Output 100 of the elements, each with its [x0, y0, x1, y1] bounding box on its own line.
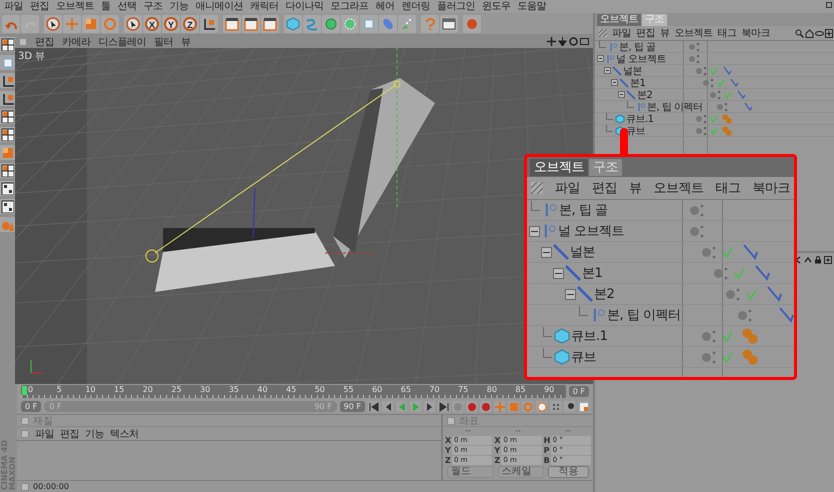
material-tag-icon[interactable]: [722, 126, 732, 136]
axis-icon[interactable]: [202, 16, 216, 30]
menu-item[interactable]: 캐릭터: [250, 0, 278, 13]
help-icon[interactable]: [423, 16, 437, 30]
select-icon[interactable]: [126, 16, 140, 30]
dropdown[interactable]: 월드: [447, 466, 494, 478]
visibility-dots-icon[interactable]: [696, 114, 708, 124]
check-icon[interactable]: [717, 78, 725, 86]
frame-field[interactable]: 0 F: [21, 401, 42, 412]
object-name[interactable]: 본2: [594, 285, 614, 303]
collapse-icon[interactable]: [553, 268, 564, 278]
menu-item[interactable]: 태그: [716, 179, 740, 197]
check-icon[interactable]: [734, 268, 745, 278]
null-object-icon[interactable]: [608, 42, 618, 52]
object-name[interactable]: 본2: [637, 88, 652, 102]
menu-item[interactable]: 도움말: [518, 0, 546, 13]
object-name[interactable]: 널 오브젝트: [616, 52, 666, 66]
checker-icon[interactable]: [1, 200, 14, 213]
object-name[interactable]: 큐브.1: [626, 112, 654, 126]
array-icon[interactable]: [343, 16, 357, 30]
play-back-icon[interactable]: [396, 402, 406, 412]
clapper-icon[interactable]: [244, 16, 258, 30]
lock-icon[interactable]: [814, 256, 822, 264]
deformer-icon[interactable]: [1, 56, 14, 69]
checker-icon[interactable]: [1, 182, 14, 195]
scale-icon[interactable]: [84, 16, 98, 30]
collapse-icon[interactable]: [529, 226, 540, 236]
menu-item[interactable]: 렌더링: [402, 0, 430, 13]
menu-item[interactable]: 파일: [555, 179, 580, 197]
capsule-icon[interactable]: [381, 16, 395, 30]
grid-icon[interactable]: [1, 110, 14, 123]
menu-item[interactable]: 편집: [30, 0, 49, 13]
dopesheet-icon[interactable]: [578, 402, 588, 412]
cube-icon[interactable]: [554, 349, 570, 365]
frame-field[interactable]: 90 F: [340, 401, 365, 412]
apply-button[interactable]: 적용: [548, 466, 590, 478]
menu-item[interactable]: 헤어: [376, 0, 394, 13]
menu-item[interactable]: 북마크: [752, 179, 790, 197]
step-forward-icon[interactable]: [424, 402, 434, 412]
menu-item[interactable]: 뷰: [660, 26, 670, 40]
window-control-icon[interactable]: [826, 2, 832, 8]
parameter-icon[interactable]: [536, 402, 546, 412]
grid-icon[interactable]: [1, 164, 14, 177]
collapse-icon[interactable]: [597, 55, 604, 62]
menu-item[interactable]: 툴: [101, 0, 110, 13]
check-icon[interactable]: [722, 246, 733, 258]
check-icon[interactable]: [722, 330, 733, 342]
cube-icon[interactable]: [286, 16, 300, 30]
menu-item[interactable]: 오브젝트: [56, 0, 94, 13]
object-name[interactable]: 본, 팁 이펙터: [607, 306, 680, 324]
check-icon[interactable]: [724, 90, 732, 98]
frame-field[interactable]: 0 F: [568, 386, 589, 397]
object-name[interactable]: 본1: [630, 76, 646, 90]
menu-item[interactable]: 모그라프: [330, 0, 368, 13]
skip-start-icon[interactable]: [368, 402, 378, 412]
menu-item[interactable]: 기능: [170, 0, 188, 13]
object-name[interactable]: 큐브: [571, 348, 596, 366]
axis-lock-button[interactable]: Y: [164, 16, 178, 30]
skip-end-icon[interactable]: [438, 402, 448, 412]
menu-item[interactable]: 텍스처: [110, 426, 138, 440]
object-name[interactable]: 본, 팁 이펙터: [647, 100, 703, 114]
menu-item[interactable]: 필터: [154, 34, 173, 48]
search-icon[interactable]: [795, 28, 804, 38]
menu-item[interactable]: 윈도우: [482, 0, 510, 13]
timeline-ruler[interactable]: 0 5 10 15 20 25 30 35 40 45 50 55 60 65 70 75 80 85 90: [21, 385, 566, 398]
sphere-icon[interactable]: [465, 16, 479, 30]
grid-icon[interactable]: [1, 38, 14, 51]
menu-item[interactable]: 편집: [35, 34, 54, 48]
clapper-icon[interactable]: [225, 16, 239, 30]
menu-item[interactable]: 플러그인: [437, 0, 475, 13]
menu-item[interactable]: 파일: [612, 26, 631, 40]
object-name[interactable]: 널본: [623, 64, 642, 78]
check-icon[interactable]: [746, 288, 757, 300]
visibility-dots-icon[interactable]: [710, 90, 722, 100]
collapse-icon[interactable]: [604, 67, 611, 74]
menu-item[interactable]: 편집: [592, 179, 617, 197]
arrow-down-icon[interactable]: [558, 37, 567, 46]
check-icon[interactable]: [710, 114, 718, 122]
menu-item[interactable]: 파일: [35, 426, 54, 440]
scale-icon[interactable]: [1, 146, 14, 159]
clapper-icon[interactable]: [263, 16, 277, 30]
cube-icon[interactable]: [554, 328, 570, 344]
spline-icon[interactable]: [305, 16, 319, 30]
collapse-icon[interactable]: [541, 246, 552, 258]
menu-item[interactable]: 뷰: [629, 179, 642, 197]
object-name[interactable]: 널본: [570, 243, 595, 261]
menu-item[interactable]: 뷰: [181, 34, 190, 48]
dropdown[interactable]: 스케일: [498, 466, 544, 478]
axis-lock-button[interactable]: Z: [183, 16, 197, 30]
menu-item[interactable]: 구조: [144, 0, 162, 13]
material-tag-icon[interactable]: [742, 349, 758, 365]
points-icon[interactable]: [550, 402, 560, 412]
null-object-icon[interactable]: [636, 102, 646, 112]
particle-icon[interactable]: [400, 16, 414, 30]
collapse-icon[interactable]: [565, 288, 576, 300]
grid-icon[interactable]: [1, 128, 14, 141]
menu-item[interactable]: 편집: [60, 426, 79, 440]
menu-item[interactable]: 애니메이션: [196, 0, 243, 13]
check-icon[interactable]: [722, 352, 733, 362]
new-window-icon[interactable]: [824, 256, 832, 264]
